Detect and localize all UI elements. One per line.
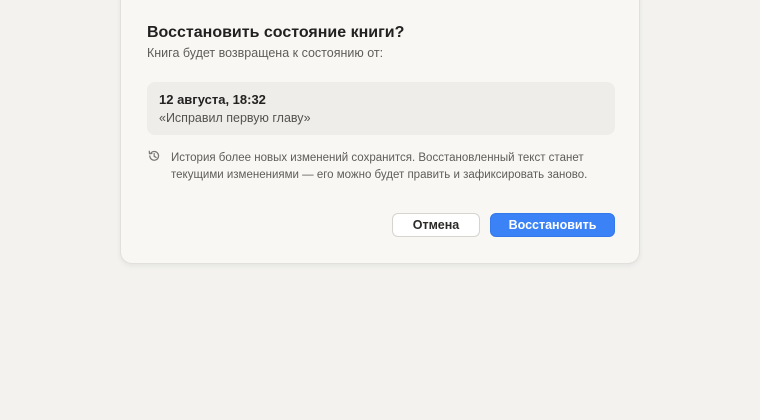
restore-dialog: Восстановить состояние книги? Книга буде… [120,0,640,264]
snapshot-message: «Исправил первую главу» [159,111,311,125]
history-icon [148,150,160,161]
restore-button[interactable]: Восстановить [490,213,615,237]
dialog-subtitle: Книга будет возвращена к состоянию от: [147,46,384,60]
cancel-button[interactable]: Отмена [392,213,480,237]
note-text: История более новых изменений сохранится… [171,152,588,181]
dialog-title: Восстановить состояние книги? [147,24,405,41]
snapshot-card: 12 августа, 18:32 «Исправил первую главу… [147,82,615,135]
snapshot-date: 12 августа, 18:32 [159,92,266,107]
